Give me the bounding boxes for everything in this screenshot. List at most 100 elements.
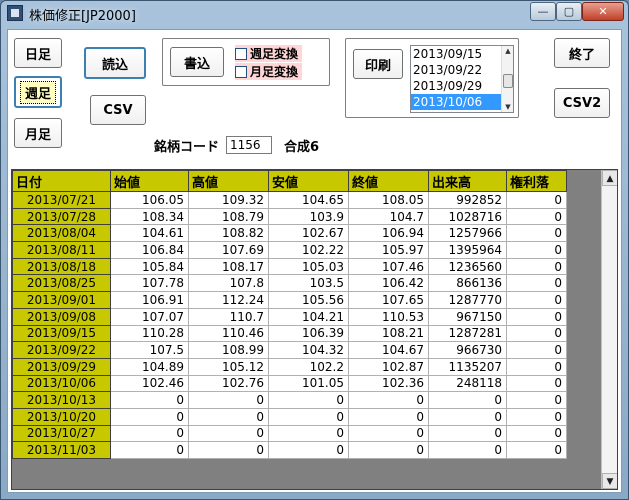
value-cell[interactable]: 1287281	[428, 324, 507, 343]
value-cell[interactable]: 110.7	[188, 307, 269, 326]
price-grid[interactable]: 日付 始値 高値 安値 終値 出来高 権利落 2013/07/21 106.05 109.32 1…	[11, 169, 618, 490]
value-cell[interactable]: 1135207	[428, 357, 507, 376]
value-cell[interactable]: 105.12	[188, 357, 269, 376]
value-cell[interactable]: 101.05	[268, 374, 349, 393]
value-cell[interactable]: 0	[268, 407, 349, 426]
value-cell[interactable]: 108.34	[110, 207, 189, 226]
value-cell[interactable]: 0	[506, 241, 567, 259]
date-cell[interactable]: 2013/08/04	[12, 224, 111, 243]
table-row[interactable]: 2013/08/25 107.78 107.8 103.5 106.42 866136 0	[12, 274, 567, 293]
value-cell[interactable]: 110.28	[110, 324, 189, 343]
csv2-button[interactable]: CSV2	[554, 88, 610, 118]
date-cell[interactable]: 2013/10/13	[12, 391, 111, 409]
table-row[interactable]: 2013/09/01 106.91 112.24 105.56 107.65 128777…	[12, 291, 567, 309]
value-cell[interactable]: 0	[506, 257, 567, 276]
date-cell[interactable]: 2013/10/20	[12, 407, 111, 426]
value-cell[interactable]: 104.65	[268, 191, 349, 209]
table-row[interactable]: 2013/09/22 107.5 108.99 104.32 104.67 966730 0	[12, 341, 567, 359]
value-cell[interactable]: 107.46	[348, 257, 429, 276]
monthly-button[interactable]: 月足	[14, 118, 62, 148]
minimize-button[interactable]: —	[530, 2, 556, 21]
date-cell[interactable]: 2013/11/03	[12, 441, 111, 459]
value-cell[interactable]: 0	[110, 407, 189, 426]
value-cell[interactable]: 102.76	[188, 374, 269, 393]
table-row[interactable]: 2013/07/21 106.05 109.32 104.65 108.05 992852…	[12, 191, 567, 209]
value-cell[interactable]: 1028716	[428, 207, 507, 226]
value-cell[interactable]: 0	[348, 424, 429, 443]
value-cell[interactable]: 105.03	[268, 257, 349, 276]
date-cell[interactable]: 2013/09/15	[12, 324, 111, 343]
value-cell[interactable]: 0	[506, 307, 567, 326]
value-cell[interactable]: 966730	[428, 341, 507, 359]
print-button[interactable]: 印刷	[353, 49, 403, 79]
value-cell[interactable]: 104.61	[110, 224, 189, 243]
monthly-convert-box[interactable]	[235, 65, 247, 78]
value-cell[interactable]: 107.07	[110, 307, 189, 326]
value-cell[interactable]: 0	[428, 424, 507, 443]
value-cell[interactable]: 0	[506, 391, 567, 409]
value-cell[interactable]: 102.87	[348, 357, 429, 376]
scroll-thumb[interactable]	[503, 74, 513, 88]
value-cell[interactable]: 108.17	[188, 257, 269, 276]
value-cell[interactable]: 0	[428, 391, 507, 409]
value-cell[interactable]: 0	[428, 441, 507, 459]
date-list-item[interactable]: 2013/09/22	[411, 62, 513, 78]
value-cell[interactable]: 107.8	[188, 274, 269, 293]
value-cell[interactable]: 106.91	[110, 291, 189, 309]
grid-header-cell[interactable]: 安値	[268, 170, 349, 192]
value-cell[interactable]: 108.99	[188, 341, 269, 359]
date-cell[interactable]: 2013/10/06	[12, 374, 111, 393]
value-cell[interactable]: 0	[268, 424, 349, 443]
value-cell[interactable]: 0	[268, 441, 349, 459]
value-cell[interactable]: 248118	[428, 374, 507, 393]
load-button[interactable]: 読込	[84, 47, 146, 79]
scroll-up-icon[interactable]: ▲	[502, 46, 513, 56]
value-cell[interactable]: 108.79	[188, 207, 269, 226]
value-cell[interactable]: 105.84	[110, 257, 189, 276]
value-cell[interactable]: 0	[506, 441, 567, 459]
value-cell[interactable]: 107.65	[348, 291, 429, 309]
grid-header-cell[interactable]: 始値	[110, 170, 189, 192]
grid-scrollbar[interactable]: ▲ ▼	[601, 170, 617, 489]
value-cell[interactable]: 0	[188, 407, 269, 426]
value-cell[interactable]: 107.69	[188, 241, 269, 259]
value-cell[interactable]: 0	[188, 441, 269, 459]
value-cell[interactable]: 0	[506, 291, 567, 309]
date-list-scrollbar[interactable]: ▲ ▼	[501, 46, 513, 112]
weekly-button[interactable]: 週足	[14, 76, 62, 108]
value-cell[interactable]: 102.2	[268, 357, 349, 376]
date-cell[interactable]: 2013/08/25	[12, 274, 111, 293]
value-cell[interactable]: 1236560	[428, 257, 507, 276]
date-cell[interactable]: 2013/09/22	[12, 341, 111, 359]
value-cell[interactable]: 0	[110, 391, 189, 409]
value-cell[interactable]: 0	[506, 407, 567, 426]
value-cell[interactable]: 967150	[428, 307, 507, 326]
value-cell[interactable]: 1257966	[428, 224, 507, 243]
value-cell[interactable]: 0	[506, 357, 567, 376]
grid-header-cell[interactable]: 出来高	[428, 170, 507, 192]
value-cell[interactable]: 866136	[428, 274, 507, 293]
value-cell[interactable]: 0	[506, 191, 567, 209]
value-cell[interactable]: 109.32	[188, 191, 269, 209]
value-cell[interactable]: 0	[506, 374, 567, 393]
value-cell[interactable]: 0	[506, 424, 567, 443]
close-button[interactable]: ✕	[582, 2, 624, 21]
table-row[interactable]: 2013/10/06 102.46 102.76 101.05 102.36 248118…	[12, 374, 567, 393]
value-cell[interactable]: 104.32	[268, 341, 349, 359]
value-cell[interactable]: 108.21	[348, 324, 429, 343]
value-cell[interactable]: 110.46	[188, 324, 269, 343]
value-cell[interactable]: 104.7	[348, 207, 429, 226]
stock-code-input[interactable]: 1156	[226, 136, 272, 154]
csv-button[interactable]: CSV	[90, 95, 146, 125]
date-cell[interactable]: 2013/07/28	[12, 207, 111, 226]
value-cell[interactable]: 0	[110, 424, 189, 443]
value-cell[interactable]: 106.84	[110, 241, 189, 259]
value-cell[interactable]: 112.24	[188, 291, 269, 309]
table-row[interactable]: 2013/07/28 108.34 108.79 103.9 104.7 1028716 0	[12, 207, 567, 226]
date-list-item[interactable]: 2013/09/15	[411, 46, 513, 62]
exit-button[interactable]: 終了	[554, 38, 610, 68]
date-cell[interactable]: 2013/09/29	[12, 357, 111, 376]
weekly-convert-box[interactable]	[235, 47, 247, 60]
value-cell[interactable]: 107.5	[110, 341, 189, 359]
value-cell[interactable]: 102.67	[268, 224, 349, 243]
